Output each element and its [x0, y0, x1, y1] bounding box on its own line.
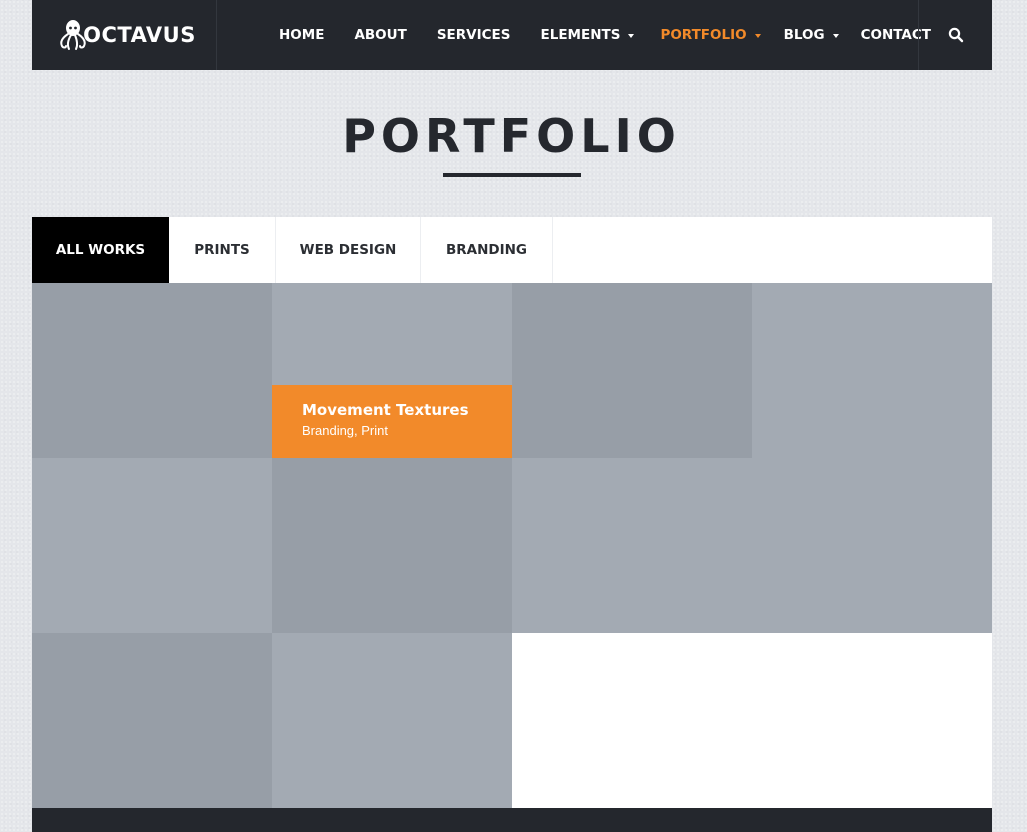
main-nav: HOME ABOUT SERVICES ELEMENTS PORTFOLIO B… [247, 0, 931, 70]
nav-item-label: SERVICES [436, 27, 511, 43]
portfolio-item[interactable] [752, 283, 992, 633]
portfolio-item-title: Movement Textures [302, 401, 469, 419]
nav-item-elements[interactable]: ELEMENTS [541, 0, 635, 70]
portfolio-item[interactable] [512, 283, 752, 458]
portfolio-item[interactable] [272, 633, 512, 808]
nav-item-about[interactable]: ABOUT [354, 0, 406, 70]
filter-tab-label: BRANDING [445, 242, 528, 258]
portfolio-item[interactable] [272, 458, 512, 633]
search-icon [948, 27, 963, 43]
nav-item-label: ABOUT [354, 27, 407, 43]
portfolio-item-caption[interactable]: Movement Textures Branding, Print [272, 385, 512, 458]
portfolio-item[interactable] [32, 633, 272, 808]
chevron-down-icon [628, 33, 635, 38]
search-button[interactable] [918, 0, 992, 70]
filter-tab-branding[interactable]: BRANDING [421, 217, 553, 283]
filter-tab-label: WEB DESIGN [299, 242, 397, 258]
filter-tab-all-works[interactable]: ALL WORKS [32, 217, 169, 283]
chevron-down-icon [832, 33, 839, 38]
filter-tab-label: ALL WORKS [55, 242, 146, 258]
nav-item-home[interactable]: HOME [279, 0, 324, 70]
portfolio-item[interactable] [32, 283, 272, 458]
nav-item-label: ELEMENTS [540, 27, 621, 43]
portfolio-filter-bar: ALL WORKS PRINTS WEB DESIGN BRANDING [32, 217, 992, 283]
logo[interactable]: OCTAVUS [32, 0, 217, 70]
portfolio-item-tags: Branding, Print [302, 423, 388, 438]
filter-tab-web-design[interactable]: WEB DESIGN [276, 217, 421, 283]
footer [32, 808, 992, 832]
nav-item-label: PORTFOLIO [660, 27, 747, 43]
page-title: PORTFOLIO [342, 109, 681, 163]
filter-tab-label: PRINTS [194, 242, 250, 258]
nav-item-label: BLOG [783, 27, 825, 43]
portfolio-grid: Movement Textures Branding, Print [32, 283, 992, 808]
logo-text: OCTAVUS [83, 23, 196, 47]
nav-item-blog[interactable]: BLOG [784, 0, 839, 70]
portfolio-item[interactable] [512, 458, 752, 633]
nav-item-label: HOME [279, 27, 325, 43]
nav-item-services[interactable]: SERVICES [437, 0, 511, 70]
nav-item-portfolio[interactable]: PORTFOLIO [660, 0, 761, 70]
site-header: OCTAVUS HOME ABOUT SERVICES ELEMENTS POR… [32, 0, 992, 70]
filter-tab-prints[interactable]: PRINTS [169, 217, 276, 283]
title-underline [443, 173, 581, 177]
chevron-down-icon [754, 33, 761, 38]
portfolio-item-hovered[interactable]: Movement Textures Branding, Print [272, 283, 512, 458]
portfolio-item[interactable] [32, 458, 272, 633]
